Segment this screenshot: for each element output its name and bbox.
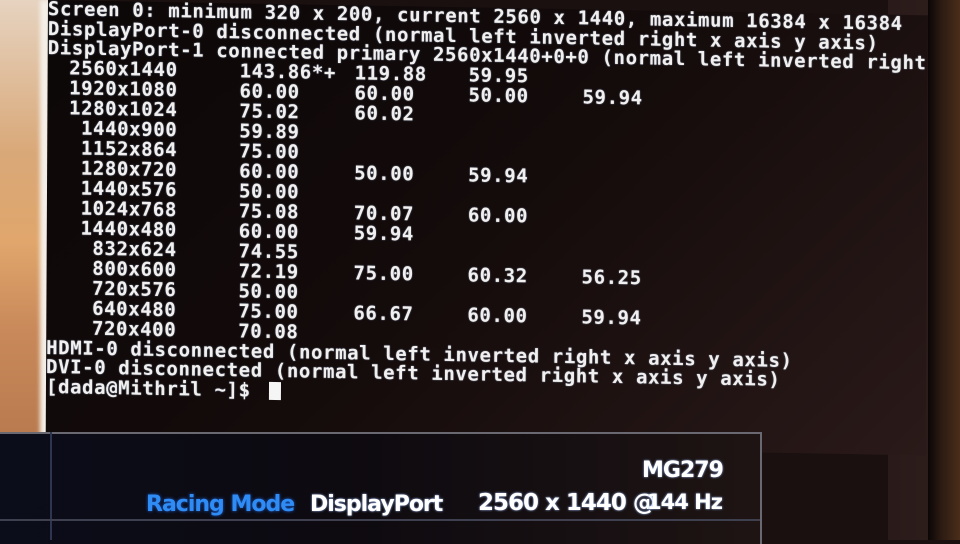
- shell-prompt: [dada@Mithril ~]$: [45, 375, 263, 402]
- mode-refresh-rate: 75.00: [353, 261, 414, 285]
- mode-refresh-rate: 59.94: [353, 221, 415, 245]
- text-cursor: [268, 381, 281, 400]
- osd-input-source: DisplayPort: [310, 492, 443, 517]
- mode-refresh-rate: 66.67: [353, 301, 414, 325]
- mode-refresh-rate: 59.94: [468, 163, 529, 187]
- monitor-osd-panel: [0, 432, 762, 544]
- mode-refresh-rate: 60.00: [467, 303, 528, 327]
- mode-refresh-rate: 50.00: [468, 83, 529, 107]
- osd-refresh-rate: 144 Hz: [647, 490, 723, 514]
- terminal-window[interactable]: Screen 0: minimum 320 x 200, current 256…: [45, 0, 928, 456]
- mode-refresh-rate: 60.32: [467, 263, 528, 287]
- mode-list: 2560x1440 143.86*+ 119.88 59.95 1920x1080 60.…: [46, 57, 927, 353]
- mode-refresh-rate: 59.94: [582, 85, 643, 109]
- osd-divider-vertical: [50, 432, 52, 540]
- osd-game-mode: Racing Mode: [146, 492, 295, 517]
- osd-model-name: MG279: [642, 458, 724, 483]
- mode-refresh-rate: 60.02: [354, 101, 415, 125]
- osd-resolution: 2560 x 1440 @: [478, 490, 656, 516]
- osd-divider-horizontal: [0, 519, 760, 521]
- mode-refresh-rate: 60.00: [467, 203, 529, 227]
- monitor-bezel: [928, 0, 960, 540]
- mode-refresh-rate: 56.25: [581, 265, 642, 289]
- mode-refresh-rate: 59.94: [581, 305, 642, 329]
- mode-refresh-rate: 50.00: [354, 161, 415, 185]
